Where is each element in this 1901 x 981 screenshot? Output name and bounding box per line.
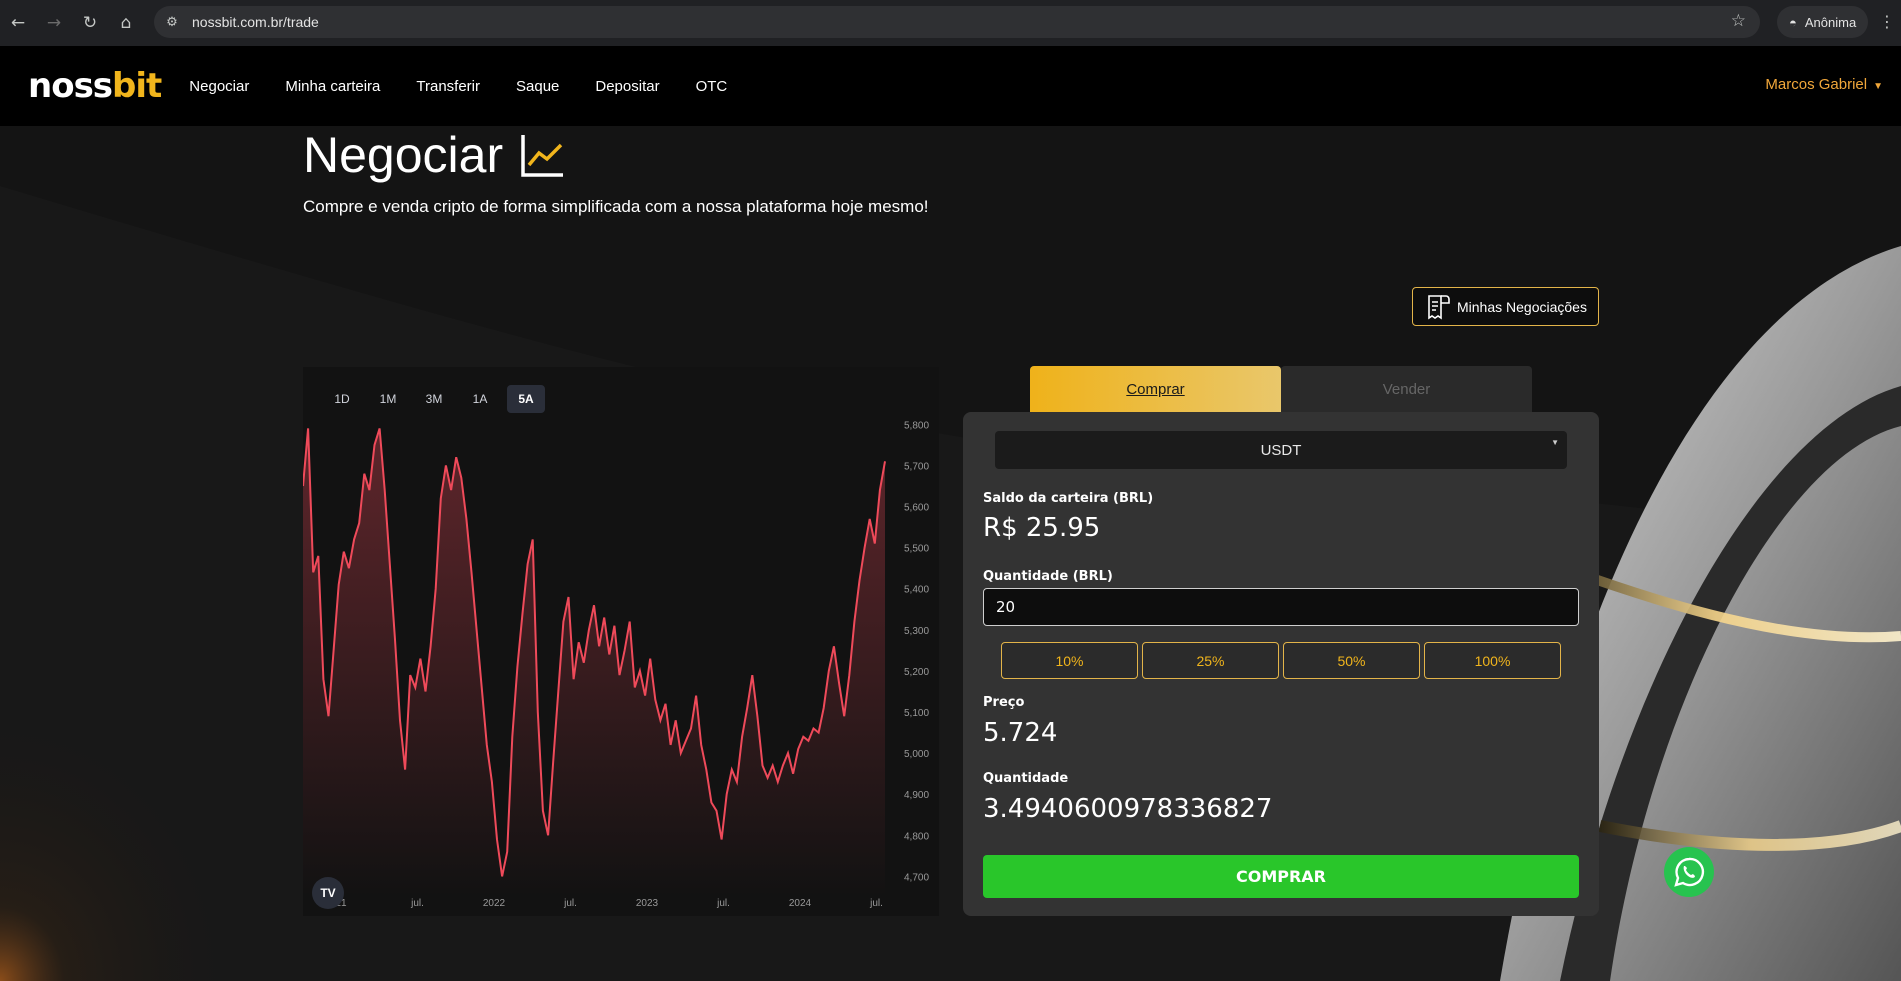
my-trades-label: Minhas Negociações	[1457, 298, 1587, 315]
whatsapp-button[interactable]	[1664, 847, 1714, 897]
price-area	[303, 428, 885, 897]
forward-icon[interactable]: →	[36, 0, 72, 46]
nossbit-logo[interactable]: nossbit	[28, 66, 162, 106]
range-3m[interactable]: 3M	[415, 385, 453, 413]
x-tick-label: 2022	[483, 898, 506, 909]
asset-select-value: USDT	[1260, 441, 1302, 459]
percent-10-button[interactable]: 10%	[1001, 642, 1138, 679]
x-tick-label: jul.	[869, 898, 883, 909]
nav-minha-carteira[interactable]: Minha carteira	[285, 78, 380, 95]
main-menu: Negociar Minha carteira Transferir Saque…	[189, 78, 727, 95]
user-menu[interactable]: Marcos Gabriel ▼	[1765, 76, 1883, 93]
y-tick-label: 5,500	[904, 544, 929, 555]
range-selector: 1D 1M 3M 1A 5A	[323, 385, 545, 413]
percent-50-button[interactable]: 50%	[1283, 642, 1420, 679]
range-1a[interactable]: 1A	[461, 385, 499, 413]
my-trades-button[interactable]: Minhas Negociações	[1412, 287, 1599, 326]
x-tick-label: jul.	[563, 898, 577, 909]
home-icon[interactable]: ⌂	[108, 0, 144, 46]
y-tick-label: 5,400	[904, 585, 929, 596]
range-1d[interactable]: 1D	[323, 385, 361, 413]
x-tick-label: 2024	[789, 898, 812, 909]
nav-transferir[interactable]: Transferir	[416, 78, 480, 95]
user-name: Marcos Gabriel	[1765, 76, 1868, 93]
page-title-text: Negociar	[303, 127, 504, 183]
x-tick-label: jul.	[716, 898, 730, 909]
address-bar[interactable]: ⚙ nossbit.com.br/trade ☆	[154, 6, 1760, 38]
nav-depositar[interactable]: Depositar	[595, 78, 659, 95]
site-info-icon[interactable]: ⚙	[164, 14, 180, 30]
caret-down-icon: ▼	[1873, 81, 1883, 92]
tab-vender[interactable]: Vender	[1281, 366, 1532, 412]
url-text: nossbit.com.br/trade	[192, 14, 319, 30]
price-value: 5.724	[983, 718, 1058, 748]
amount-value: 3.4940600978336827	[983, 794, 1273, 824]
nav-otc[interactable]: OTC	[696, 78, 728, 95]
tradingview-logo[interactable]: TV	[312, 877, 344, 909]
percent-100-button[interactable]: 100%	[1424, 642, 1561, 679]
y-tick-label: 4,800	[904, 831, 929, 842]
y-tick-label: 4,900	[904, 790, 929, 801]
trade-tabs: Comprar Vender	[1030, 366, 1532, 412]
price-label: Preço	[983, 695, 1025, 710]
range-1m[interactable]: 1M	[369, 385, 407, 413]
site-header: nossbit Negociar Minha carteira Transfer…	[0, 46, 1901, 126]
y-tick-label: 5,700	[904, 461, 929, 472]
receipt-icon	[1428, 294, 1450, 319]
tab-comprar[interactable]: Comprar	[1030, 366, 1281, 412]
chart-trend-icon	[521, 135, 564, 177]
y-tick-label: 5,600	[904, 503, 929, 514]
page-title: Negociar	[303, 126, 567, 184]
x-tick-label: jul.	[410, 898, 424, 909]
incognito-icon: ◓	[1789, 14, 1797, 30]
comprar-button[interactable]: COMPRAR	[983, 855, 1579, 898]
background-swoosh	[0, 126, 1901, 981]
dropdown-arrow-icon: ▼	[1551, 438, 1559, 447]
browser-menu-icon[interactable]: ⋮	[1879, 12, 1895, 31]
nav-negociar[interactable]: Negociar	[189, 78, 249, 95]
nav-saque[interactable]: Saque	[516, 78, 559, 95]
x-tick-label: 2023	[636, 898, 659, 909]
price-chart[interactable]: 5,800 5,700 5,600 5,500 5,400 5,300 5,200 5,100…	[303, 367, 939, 916]
price-chart-svg: 5,800 5,700 5,600 5,500 5,400 5,300 5,200 5,100…	[303, 420, 929, 909]
y-tick-label: 5,000	[904, 749, 929, 760]
asset-select[interactable]: USDT ▼	[995, 431, 1567, 469]
percent-buttons: 10% 25% 50% 100%	[1001, 642, 1561, 679]
whatsapp-icon	[1674, 857, 1705, 887]
y-tick-label: 5,300	[904, 626, 929, 637]
y-tick-label: 5,800	[904, 420, 929, 431]
balance-value: R$ 25.95	[983, 513, 1101, 543]
balance-label: Saldo da carteira (BRL)	[983, 491, 1154, 506]
amount-label: Quantidade	[983, 771, 1069, 786]
reload-icon[interactable]: ↻	[72, 0, 108, 46]
quantity-brl-label: Quantidade (BRL)	[983, 569, 1113, 584]
y-tick-label: 4,700	[904, 872, 929, 883]
incognito-badge[interactable]: ◓ Anônima	[1777, 6, 1869, 38]
percent-25-button[interactable]: 25%	[1142, 642, 1279, 679]
trade-panel: USDT ▼ Saldo da carteira (BRL) R$ 25.95 …	[963, 412, 1599, 916]
y-tick-label: 5,200	[904, 667, 929, 678]
browser-toolbar: ← → ↻ ⌂ ⚙ nossbit.com.br/trade ☆ ◓ Anôni…	[0, 0, 1901, 46]
range-5a[interactable]: 5A	[507, 385, 545, 413]
y-tick-label: 5,100	[904, 708, 929, 719]
back-icon[interactable]: ←	[0, 0, 36, 46]
quantity-brl-input[interactable]	[983, 588, 1579, 626]
page-subtitle: Compre e venda cripto de forma simplific…	[303, 197, 929, 216]
bookmark-star-icon[interactable]: ☆	[1731, 11, 1746, 31]
incognito-label: Anônima	[1804, 14, 1857, 30]
